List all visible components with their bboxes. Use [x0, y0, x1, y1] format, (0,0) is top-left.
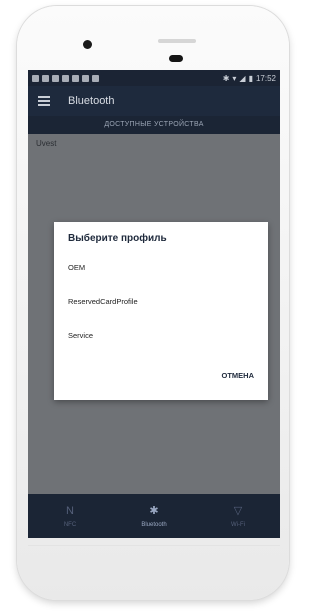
wifi-icon: ▽	[233, 504, 243, 517]
notification-icon	[82, 74, 89, 82]
dialog-title: Выберите профиль	[68, 233, 167, 244]
bluetooth-icon: ✱	[222, 73, 230, 83]
wifi-icon: ▾	[232, 73, 237, 83]
notification-icon	[52, 74, 59, 82]
device-list-item[interactable]: Uvest	[28, 134, 280, 154]
signal-icon: ◢	[239, 73, 246, 83]
nav-item-bluetooth[interactable]: ✱ Bluetooth	[112, 494, 196, 538]
profile-option-oem[interactable]: OEM	[68, 260, 248, 276]
front-camera	[83, 40, 92, 49]
app-bar: Bluetooth	[28, 86, 280, 116]
earpiece-speaker	[158, 39, 196, 43]
available-devices-header: ДОСТУПНЫЕ УСТРОЙСТВА	[28, 116, 280, 134]
notification-icon	[32, 74, 39, 82]
proximity-sensor	[169, 55, 183, 62]
hamburger-menu-icon[interactable]	[38, 96, 50, 106]
status-bar: ✱ ▾ ◢ ▮ 17:52	[28, 70, 280, 86]
app-title: Bluetooth	[68, 95, 115, 107]
notification-icon	[72, 74, 79, 82]
nfc-icon: N	[66, 504, 74, 517]
nav-item-wifi[interactable]: ▽ Wi-Fi	[196, 494, 280, 538]
bottom-navigation: N NFC ✱ Bluetooth ▽ Wi-Fi	[28, 494, 280, 538]
battery-icon: ▮	[248, 73, 253, 83]
bluetooth-icon: ✱	[149, 504, 159, 517]
nav-label: NFC	[63, 521, 77, 528]
phone-chin	[28, 545, 280, 546]
status-time: 17:52	[255, 73, 276, 83]
notification-icon	[92, 74, 99, 82]
cancel-button[interactable]: ОТМЕНА	[222, 371, 255, 380]
system-icons: ✱ ▾ ◢ ▮ 17:52	[223, 74, 276, 83]
nav-label: Bluetooth	[141, 521, 167, 528]
profile-option-service[interactable]: Service	[68, 328, 248, 344]
notification-icons	[32, 74, 223, 82]
profile-dialog: Выберите профиль OEM ReservedCardProfile…	[54, 222, 268, 400]
nav-item-nfc[interactable]: N NFC	[28, 494, 112, 538]
notification-icon	[62, 74, 69, 82]
notification-icon	[42, 74, 49, 82]
phone-screen: ✱ ▾ ◢ ▮ 17:52 Bluetooth ДОСТУПНЫЕ УСТРОЙ…	[28, 70, 280, 538]
profile-option-reserved-card[interactable]: ReservedCardProfile	[68, 294, 248, 310]
nav-label: Wi-Fi	[231, 521, 245, 528]
